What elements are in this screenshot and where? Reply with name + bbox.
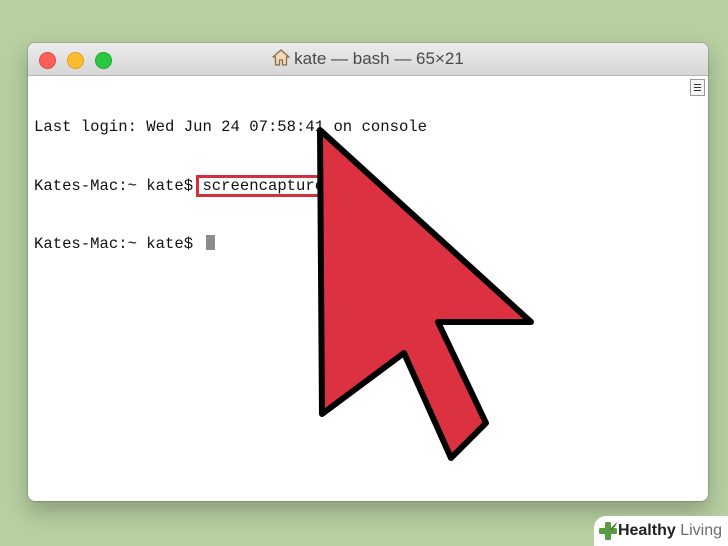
watermark-text: Healthy Living [618, 522, 722, 540]
brand-bold: Healthy [617, 522, 676, 539]
watermark-logo: Healthy Living [593, 516, 728, 546]
plus-leaf-icon [598, 522, 617, 540]
pointer-arrow-icon [317, 127, 534, 461]
brand-light: Living [675, 522, 722, 539]
